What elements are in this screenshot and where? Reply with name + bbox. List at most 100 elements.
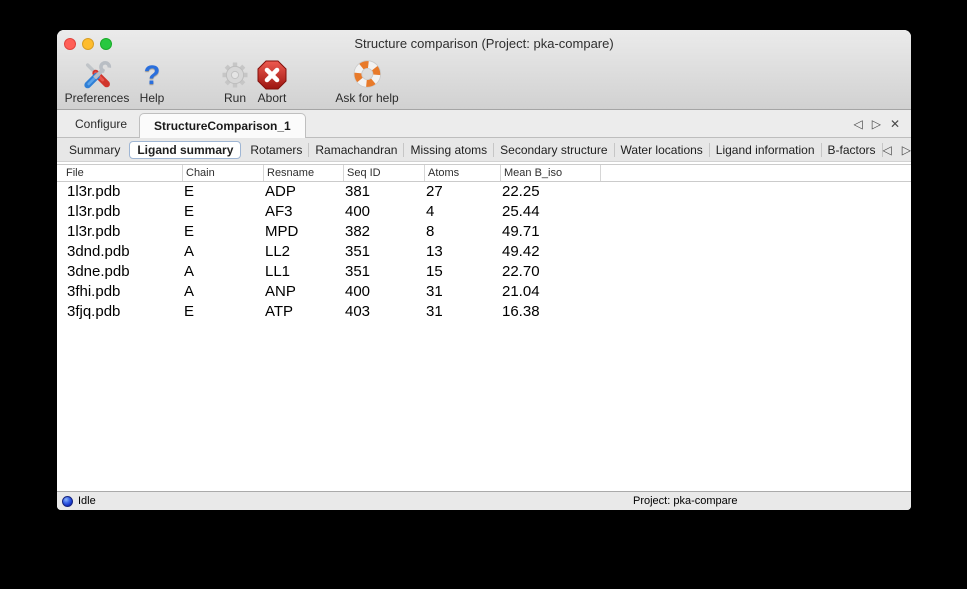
cell-resname: LL2 [263,242,343,262]
cell-resname: ADP [263,182,343,202]
cell-mean-b-iso: 16.38 [500,302,600,322]
titlebar: Structure comparison (Project: pka-compa… [57,30,911,56]
table-row[interactable]: 1l3r.pdb E ADP 381 27 22.25 [57,182,911,202]
help-button[interactable]: ? Help [140,57,165,105]
zoom-window-button[interactable] [100,38,112,50]
subtab-next-icon[interactable]: ▷ [902,143,911,157]
question-icon: ? [144,57,161,92]
gear-icon [219,57,251,92]
cell-atoms: 27 [424,182,500,202]
toolbar: Preferences ? Help [57,56,911,109]
subtab-nav: ◁ ▷ [883,143,911,157]
cell-file: 1l3r.pdb [57,182,182,202]
tab-configure[interactable]: Configure [63,111,139,137]
cell-seq-id: 400 [343,202,424,222]
minimize-window-button[interactable] [82,38,94,50]
cell-chain: E [182,202,263,222]
subtab-water-locations[interactable]: Water locations [615,143,709,157]
tab-prev-icon[interactable]: ◁ [853,117,862,131]
main-tab-bar: Configure StructureComparison_1 ◁ ▷ ✕ [57,110,911,138]
run-button[interactable]: Run [219,57,251,105]
traffic-lights [64,38,112,50]
cell-mean-b-iso: 25.44 [500,202,600,222]
cell-resname: ANP [263,282,343,302]
life-ring-icon [351,57,383,92]
table-row[interactable]: 3fhi.pdb A ANP 400 31 21.04 [57,282,911,302]
cell-seq-id: 400 [343,282,424,302]
subtab-rotamers[interactable]: Rotamers [244,143,308,157]
cell-resname: AF3 [263,202,343,222]
subtab-ligand-summary[interactable]: Ligand summary [129,141,241,159]
cell-mean-b-iso: 21.04 [500,282,600,302]
cell-seq-id: 381 [343,182,424,202]
cell-mean-b-iso: 22.70 [500,262,600,282]
table-row[interactable]: 3fjq.pdb E ATP 403 31 16.38 [57,302,911,322]
table-header: File Chain Resname Seq ID Atoms Mean B_i… [57,164,911,182]
column-header-atoms[interactable]: Atoms [424,165,500,181]
column-header-seq-id[interactable]: Seq ID [343,165,424,181]
cell-mean-b-iso: 49.42 [500,242,600,262]
cell-file: 1l3r.pdb [57,202,182,222]
table-row[interactable]: 3dne.pdb A LL1 351 15 22.70 [57,262,911,282]
cell-chain: E [182,222,263,242]
column-header-file[interactable]: File [57,165,182,181]
ligand-summary-panel: File Chain Resname Seq ID Atoms Mean B_i… [57,162,911,491]
tab-next-icon[interactable]: ▷ [872,117,881,131]
help-label: Help [140,92,165,105]
subtab-prev-icon[interactable]: ◁ [883,143,892,157]
abort-button[interactable]: Abort [256,57,288,105]
cell-file: 1l3r.pdb [57,222,182,242]
abort-octagon-icon [256,57,288,92]
cell-atoms: 8 [424,222,500,242]
cell-chain: A [182,282,263,302]
column-header-chain[interactable]: Chain [182,165,263,181]
subtab-secondary-structure[interactable]: Secondary structure [494,143,613,157]
cell-mean-b-iso: 22.25 [500,182,600,202]
abort-label: Abort [258,92,287,105]
run-label: Run [224,92,246,105]
subtab-bar: Summary Ligand summary Rotamers Ramachan… [57,138,911,162]
subtab-summary[interactable]: Summary [63,143,126,157]
cell-file: 3fjq.pdb [57,302,182,322]
subtab-ligand-information[interactable]: Ligand information [710,143,821,157]
window-title: Structure comparison (Project: pka-compa… [57,30,911,57]
cell-seq-id: 351 [343,242,424,262]
tab-structure-comparison[interactable]: StructureComparison_1 [139,113,306,138]
ask-for-help-label: Ask for help [335,92,398,105]
cell-atoms: 31 [424,282,500,302]
window-chrome: Structure comparison (Project: pka-compa… [57,30,911,110]
cell-file: 3dnd.pdb [57,242,182,262]
tab-nav: ◁ ▷ ✕ [853,117,911,131]
cell-seq-id: 403 [343,302,424,322]
cell-chain: E [182,302,263,322]
preferences-button[interactable]: Preferences [65,57,130,105]
ask-for-help-button[interactable]: Ask for help [335,57,398,105]
preferences-label: Preferences [65,92,130,105]
cell-mean-b-iso: 49.71 [500,222,600,242]
table-row[interactable]: 3dnd.pdb A LL2 351 13 49.42 [57,242,911,262]
subtab-missing-atoms[interactable]: Missing atoms [404,143,493,157]
column-header-empty [600,165,911,181]
tab-close-icon[interactable]: ✕ [890,117,900,131]
column-header-mean-b-iso[interactable]: Mean B_iso [500,165,600,181]
cell-resname: ATP [263,302,343,322]
cell-resname: MPD [263,222,343,242]
cell-chain: A [182,242,263,262]
close-window-button[interactable] [64,38,76,50]
cell-resname: LL1 [263,262,343,282]
cell-atoms: 31 [424,302,500,322]
cell-file: 3dne.pdb [57,262,182,282]
status-sphere-icon [62,496,73,507]
tools-icon [80,57,114,92]
cell-atoms: 4 [424,202,500,222]
table-row[interactable]: 1l3r.pdb E MPD 382 8 49.71 [57,222,911,242]
cell-atoms: 15 [424,262,500,282]
column-header-resname[interactable]: Resname [263,165,343,181]
subtab-ramachandran[interactable]: Ramachandran [309,143,403,157]
subtab-b-factors[interactable]: B-factors [822,143,882,157]
table-row[interactable]: 1l3r.pdb E AF3 400 4 25.44 [57,202,911,222]
cell-chain: A [182,262,263,282]
status-bar: Idle Project: pka-compare [57,491,911,510]
app-window: Structure comparison (Project: pka-compa… [57,30,911,510]
status-text: Idle [78,492,96,510]
